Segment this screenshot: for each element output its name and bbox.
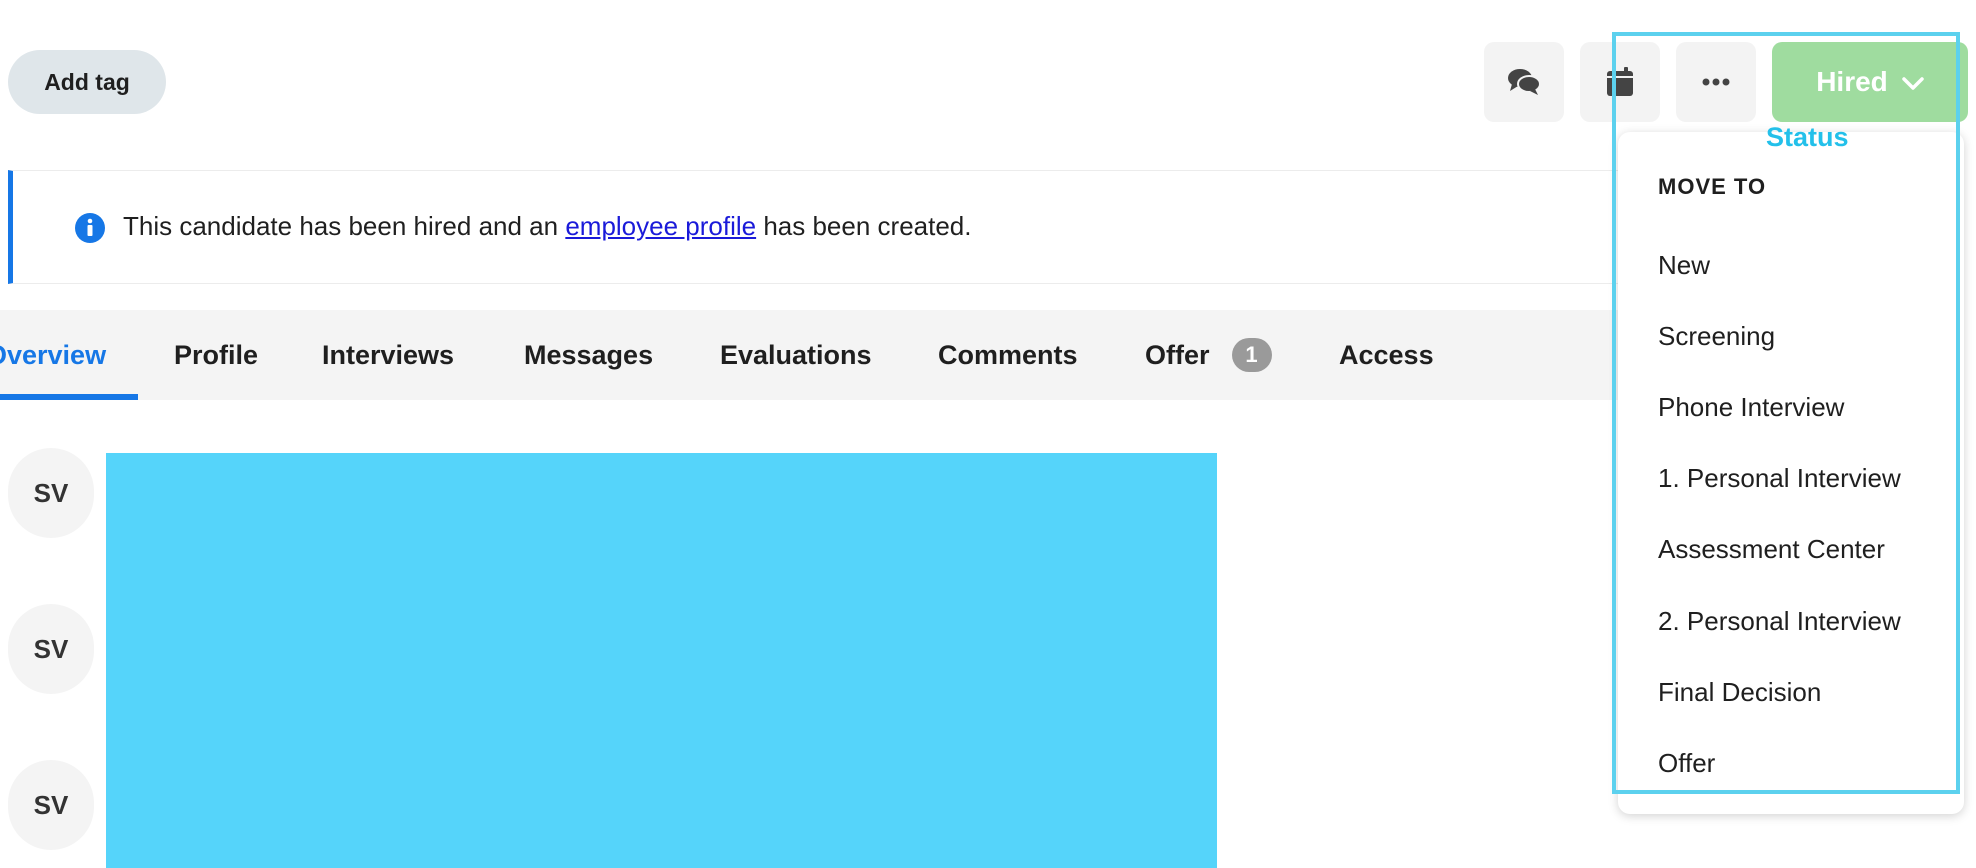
more-icon (1702, 78, 1730, 86)
menu-item-offer[interactable]: Offer (1658, 748, 1715, 779)
offer-count-badge: 1 (1231, 338, 1272, 372)
alert-message: This candidate has been hired and an emp… (123, 211, 972, 242)
tab-overview[interactable]: Overview (0, 310, 106, 400)
alert-text-before: This candidate has been hired and an (123, 211, 566, 241)
status-button-label: Hired (1816, 66, 1888, 97)
candidate-tabs: Overview Profile Interviews Messages Eva… (0, 310, 1640, 400)
avatar: SV (8, 448, 94, 538)
tab-offer-label: Offer (1145, 339, 1210, 370)
status-button[interactable]: Hired (1772, 42, 1968, 122)
add-tag-button[interactable]: Add tag (8, 50, 166, 114)
menu-item-final-decision[interactable]: Final Decision (1658, 677, 1821, 708)
status-caption: Status (1766, 122, 1849, 152)
alert-text-after: has been created. (756, 211, 972, 241)
tab-messages[interactable]: Messages (524, 310, 653, 400)
avatar: SV (8, 604, 94, 694)
menu-item-new[interactable]: New (1658, 250, 1710, 281)
calendar-icon (1606, 67, 1634, 97)
tab-interviews[interactable]: Interviews (322, 310, 454, 400)
redacted-content (106, 453, 1217, 868)
chat-icon (1507, 67, 1541, 97)
tab-access[interactable]: Access (1339, 310, 1434, 400)
tab-evaluations[interactable]: Evaluations (720, 310, 872, 400)
tab-comments[interactable]: Comments (938, 310, 1078, 400)
more-options-button[interactable] (1676, 42, 1756, 122)
calendar-button[interactable] (1580, 42, 1660, 122)
tab-profile[interactable]: Profile (174, 310, 258, 400)
tab-offer[interactable]: Offer 1 (1145, 310, 1272, 400)
menu-item-personal-interview-2[interactable]: 2. Personal Interview (1658, 606, 1901, 637)
hired-alert: This candidate has been hired and an emp… (8, 170, 1628, 284)
avatar: SV (8, 760, 94, 850)
active-tab-indicator (0, 394, 138, 400)
info-icon (75, 213, 105, 248)
chevron-down-icon (1902, 66, 1924, 98)
chat-button[interactable] (1484, 42, 1564, 122)
menu-item-personal-interview-1[interactable]: 1. Personal Interview (1658, 463, 1901, 494)
menu-item-assessment-center[interactable]: Assessment Center (1658, 534, 1885, 565)
dropdown-title: MOVE TO (1658, 174, 1767, 199)
employee-profile-link[interactable]: employee profile (565, 211, 756, 241)
candidate-page: Add tag Hired This candidate has been hi… (0, 0, 1976, 868)
status-dropdown-menu: MOVE TO New Screening Phone Interview 1.… (1618, 132, 1964, 814)
menu-item-phone-interview[interactable]: Phone Interview (1658, 392, 1844, 423)
menu-item-screening[interactable]: Screening (1658, 321, 1775, 352)
